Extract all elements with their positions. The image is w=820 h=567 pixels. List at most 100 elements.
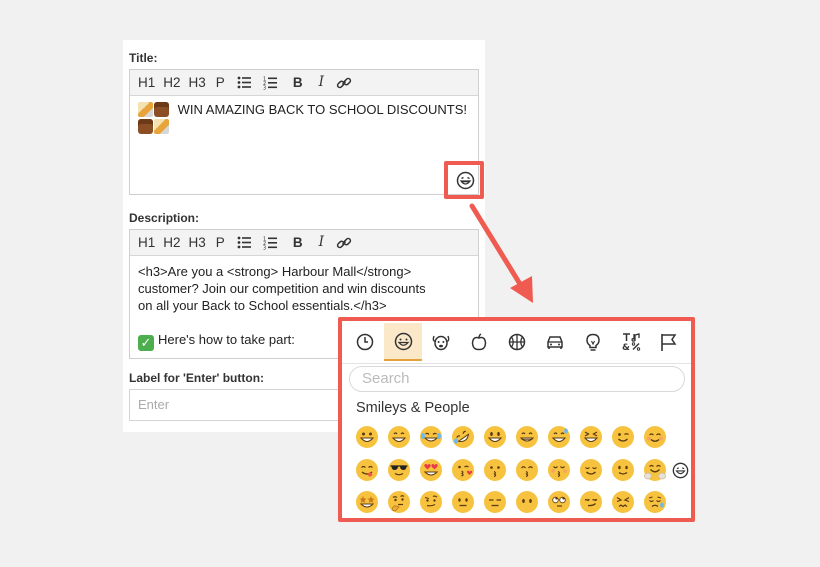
description-line: on all your Back to School essentials.</… (138, 298, 387, 313)
grinning-big-eyes-emoji-icon[interactable] (388, 426, 410, 448)
description-line: customer? Join our competition and win d… (138, 281, 426, 296)
kissing-emoji-icon[interactable] (484, 459, 506, 481)
bold-button[interactable]: B (285, 70, 311, 95)
enter-label-input[interactable]: Enter (129, 389, 339, 421)
tab-food[interactable] (460, 323, 498, 361)
bullet-list-button[interactable] (233, 70, 255, 95)
kissing-smiling-eyes-emoji-icon[interactable] (516, 459, 538, 481)
link-button[interactable] (332, 70, 356, 95)
tab-animals[interactable] (422, 323, 460, 361)
check-mark-emoji-icon: ✓ (138, 335, 154, 351)
link-icon (336, 77, 352, 88)
neutral-face-emoji-icon[interactable] (452, 491, 474, 513)
animals-icon (432, 335, 450, 351)
tab-symbols[interactable]: & (612, 323, 650, 361)
raised-eyebrow-emoji-icon[interactable] (420, 491, 442, 513)
emoji-picker: & Search Smileys & People (338, 317, 695, 522)
smirk-emoji-icon[interactable] (580, 491, 602, 513)
sunglasses-emoji-icon[interactable] (388, 459, 410, 481)
tab-travel[interactable] (536, 323, 574, 361)
h1-button[interactable]: H1 (134, 230, 159, 255)
relaxed-emoji-icon[interactable] (580, 459, 602, 481)
description-label: Description: (129, 211, 200, 225)
blush-emoji-icon[interactable] (644, 426, 666, 448)
bullet-list-button[interactable] (233, 230, 255, 255)
pencil-emoji-icon (138, 102, 153, 117)
expressionless-emoji-icon[interactable] (484, 491, 506, 513)
thinking-emoji-icon[interactable] (388, 491, 410, 513)
title-label: Title: (129, 51, 158, 65)
travel-icon (547, 336, 563, 349)
smiley-icon (456, 171, 475, 190)
link-icon (336, 237, 352, 248)
description-toolbar: H1 H2 H3 P 123 B I (130, 230, 478, 256)
bullet-list-icon (237, 236, 251, 249)
title-toolbar: H1 H2 H3 P 123 B I (130, 70, 478, 96)
numbered-list-button[interactable]: 123 (255, 230, 285, 255)
emoji-trigger-button[interactable] (456, 171, 475, 190)
yum-emoji-icon[interactable] (356, 459, 378, 481)
smiley-outline-emoji-icon[interactable] (672, 462, 689, 479)
tears-of-joy-emoji-icon[interactable] (420, 426, 442, 448)
eye-roll-emoji-icon[interactable] (548, 491, 570, 513)
wink-emoji-icon[interactable] (612, 426, 634, 448)
tab-activity[interactable] (498, 323, 536, 361)
kissing-closed-eyes-emoji-icon[interactable] (548, 459, 570, 481)
objects-icon (586, 333, 600, 351)
svg-text:&: & (622, 343, 630, 352)
numbered-list-button[interactable]: 123 (255, 70, 285, 95)
bullet-list-icon (237, 76, 251, 89)
disappointed-relieved-emoji-icon[interactable] (644, 491, 666, 513)
emoji-picker-tabs: & (342, 321, 691, 364)
grin-emoji-icon[interactable] (516, 426, 538, 448)
star-struck-emoji-icon[interactable] (356, 491, 378, 513)
h2-button[interactable]: H2 (159, 230, 184, 255)
persevere-emoji-icon[interactable] (612, 491, 634, 513)
italic-button[interactable]: I (311, 70, 332, 95)
symbols-icon: & (622, 333, 641, 352)
tab-recent[interactable] (346, 323, 384, 361)
description-line: <h3>Are you a <strong> Harbour Mall</str… (138, 264, 412, 279)
activity-icon (508, 333, 526, 351)
numbered-list-icon: 123 (263, 76, 277, 90)
category-title: Smileys & People (356, 400, 470, 416)
slightly-smiling-emoji-icon[interactable] (612, 459, 634, 481)
laughing-emoji-icon[interactable] (580, 426, 602, 448)
sweat-smile-emoji-icon[interactable] (548, 426, 570, 448)
title-text: WIN AMAZING BACK TO SCHOOL DISCOUNTS! (177, 102, 468, 117)
pointer-arrow-icon (469, 203, 533, 303)
emoji-search-input[interactable]: Search (349, 366, 685, 392)
h1-button[interactable]: H1 (134, 70, 159, 95)
bold-button[interactable]: B (285, 230, 311, 255)
grinning-face-emoji-icon[interactable] (356, 426, 378, 448)
food-icon (471, 332, 487, 350)
briefcase-emoji-icon (138, 119, 153, 134)
no-mouth-emoji-icon[interactable] (516, 491, 538, 513)
tab-flags[interactable] (650, 323, 688, 361)
smileys-icon (394, 332, 412, 350)
paragraph-button[interactable]: P (210, 70, 233, 95)
h3-button[interactable]: H3 (185, 230, 210, 255)
svg-text:3: 3 (263, 245, 266, 250)
smiley-emoji-icon[interactable] (484, 426, 506, 448)
title-editor-body[interactable]: WIN AMAZING BACK TO SCHOOL DISCOUNTS! (130, 96, 478, 140)
briefcase-emoji-icon (154, 102, 169, 117)
h2-button[interactable]: H2 (159, 70, 184, 95)
tab-smileys[interactable] (384, 323, 422, 361)
hugging-emoji-icon[interactable] (644, 459, 666, 481)
svg-text:3: 3 (263, 85, 266, 90)
rolling-laughing-emoji-icon[interactable] (452, 426, 474, 448)
heart-eyes-emoji-icon[interactable] (420, 459, 442, 481)
link-button[interactable] (332, 230, 356, 255)
description-line: Here's how to take part: (158, 332, 295, 347)
title-editor[interactable]: H1 H2 H3 P 123 B I WIN AMAZING BACK TO S… (129, 69, 479, 195)
italic-button[interactable]: I (311, 230, 332, 255)
tab-objects[interactable] (574, 323, 612, 361)
enter-label: Label for 'Enter' button: (129, 371, 265, 385)
flags-icon (661, 333, 677, 351)
numbered-list-icon: 123 (263, 236, 277, 250)
pencil-emoji-icon (154, 119, 169, 134)
kissing-heart-emoji-icon[interactable] (452, 459, 474, 481)
paragraph-button[interactable]: P (210, 230, 233, 255)
h3-button[interactable]: H3 (185, 70, 210, 95)
